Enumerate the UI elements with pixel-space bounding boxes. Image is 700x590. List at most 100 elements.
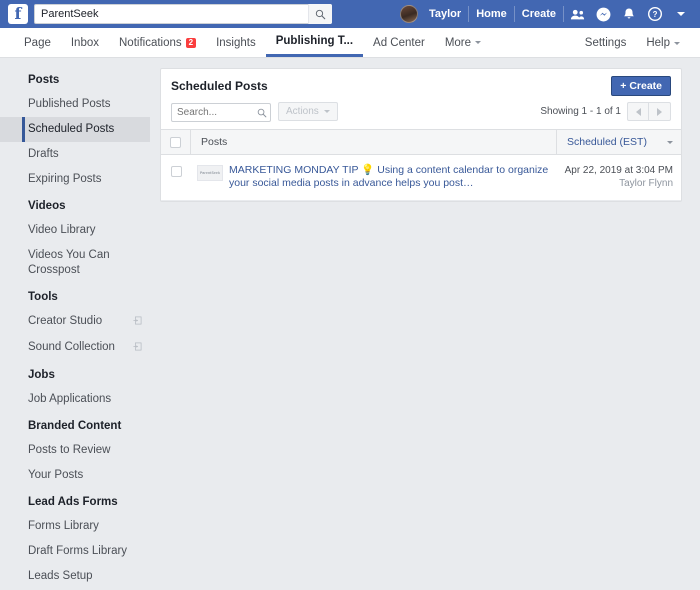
- sidebar-item-posts-to-review[interactable]: Posts to Review: [0, 438, 150, 463]
- tab-inbox[interactable]: Inbox: [61, 28, 109, 57]
- tab-ad-center[interactable]: Ad Center: [363, 28, 435, 57]
- post-cell: ParentSeek MARKETING MONDAY TIP 💡 Using …: [191, 164, 556, 190]
- sidebar-item-label: Your Posts: [28, 469, 84, 481]
- tab-label: Publishing T...: [275, 35, 354, 47]
- tab-label: Ad Center: [373, 36, 425, 49]
- select-all-checkbox[interactable]: [170, 136, 181, 148]
- row-select-cell: [161, 164, 191, 177]
- page-title: Scheduled Posts: [171, 79, 268, 93]
- avatar[interactable]: [399, 5, 418, 23]
- table-row[interactable]: ParentSeek MARKETING MONDAY TIP 💡 Using …: [161, 155, 681, 201]
- post-thumbnail[interactable]: ParentSeek: [197, 165, 223, 181]
- tab-page[interactable]: Page: [14, 28, 61, 57]
- sidebar-item-label: Published Posts: [28, 98, 111, 110]
- sidebar-item-expiring-posts[interactable]: Expiring Posts: [0, 167, 150, 192]
- create-button[interactable]: + Create: [611, 76, 671, 96]
- chevron-down-icon: [677, 12, 685, 16]
- sidebar-item-leads-setup[interactable]: Leads Setup: [0, 564, 150, 589]
- tab-label: Insights: [216, 36, 256, 49]
- notifications-bell-icon[interactable]: [616, 0, 642, 28]
- create-link[interactable]: Create: [515, 0, 563, 28]
- tab-label: Page: [24, 36, 51, 49]
- sidebar-item-job-applications[interactable]: Job Applications: [0, 387, 150, 412]
- sidebar-item-label: Expiring Posts: [28, 173, 102, 185]
- tab-notifications[interactable]: Notifications 2: [109, 28, 206, 57]
- help-label: Help: [646, 37, 670, 49]
- sidebar-item-label: Sound Collection: [28, 341, 115, 353]
- toolbar-left: Actions: [171, 102, 338, 122]
- sidebar: Posts Published Posts Scheduled Posts Dr…: [0, 58, 150, 590]
- global-search: [34, 4, 332, 24]
- sidebar-item-creator-studio[interactable]: Creator Studio: [0, 309, 150, 335]
- table-header: Posts Scheduled (EST): [161, 129, 681, 155]
- sidebar-group-posts: Posts: [28, 74, 60, 86]
- sidebar-item-draft-forms-library[interactable]: Draft Forms Library: [0, 539, 150, 564]
- chevron-down-icon: [475, 41, 482, 44]
- friend-requests-icon[interactable]: [564, 0, 590, 28]
- chevron-down-icon: [674, 41, 680, 45]
- sidebar-item-drafts[interactable]: Drafts: [0, 142, 150, 167]
- sidebar-item-label: Draft Forms Library: [28, 545, 128, 557]
- home-link[interactable]: Home: [469, 0, 514, 28]
- account-dropdown-icon[interactable]: [668, 0, 694, 28]
- sidebar-item-label: Posts to Review: [28, 444, 111, 456]
- help-circle-icon[interactable]: ?: [642, 0, 668, 28]
- sidebar-item-sound-collection[interactable]: Sound Collection: [0, 335, 150, 361]
- svg-text:?: ?: [653, 10, 658, 19]
- tab-publishing-tools[interactable]: Publishing T...: [265, 28, 364, 57]
- messenger-icon[interactable]: [590, 0, 616, 28]
- sidebar-group-branded-content: Branded Content: [28, 420, 122, 432]
- search-submit-button[interactable]: [308, 4, 332, 24]
- search-input[interactable]: [171, 103, 271, 122]
- sidebar-group-tools: Tools: [28, 291, 58, 303]
- sidebar-item-video-library[interactable]: Video Library: [0, 218, 150, 243]
- global-search-input[interactable]: [34, 4, 332, 24]
- sidebar-item-videos-you-can-crosspost[interactable]: Videos You Can Crosspost: [0, 243, 150, 283]
- sidebar-item-label: Job Applications: [28, 393, 112, 405]
- pagination: [627, 102, 671, 121]
- sidebar-item-forms-library[interactable]: Forms Library: [0, 514, 150, 539]
- tab-insights[interactable]: Insights: [206, 28, 266, 57]
- sidebar-item-your-posts[interactable]: Your Posts: [0, 463, 150, 488]
- actions-label: Actions: [286, 106, 319, 117]
- settings-link[interactable]: Settings: [575, 37, 637, 49]
- tab-label: Notifications: [119, 36, 182, 49]
- actions-dropdown[interactable]: Actions: [278, 102, 338, 121]
- settings-label: Settings: [584, 37, 627, 49]
- sidebar-group-videos: Videos: [28, 200, 66, 212]
- toolbar-right: Showing 1 - 1 of 1: [540, 102, 671, 121]
- previous-page-button[interactable]: [627, 102, 649, 121]
- sidebar-item-label: Forms Library: [28, 520, 99, 532]
- tab-label: More: [444, 36, 472, 49]
- facebook-logo-icon[interactable]: f: [8, 4, 28, 24]
- sidebar-item-label: Drafts: [28, 148, 59, 160]
- nav-right-links: Settings Help: [575, 28, 690, 58]
- chevron-right-icon: [657, 107, 662, 116]
- panel-toolbar: Actions Showing 1 - 1 of 1: [161, 102, 681, 129]
- post-author: Taylor Flynn: [619, 178, 673, 189]
- chevron-down-icon: [667, 140, 673, 144]
- thumbnail-label: ParentSeek: [199, 171, 221, 175]
- post-message-link[interactable]: MARKETING MONDAY TIP 💡 Using a content c…: [229, 164, 556, 190]
- profile-link[interactable]: Taylor: [422, 0, 468, 28]
- sidebar-group-lead-ads-forms: Lead Ads Forms: [28, 496, 118, 508]
- help-link[interactable]: Help: [636, 37, 690, 49]
- result-count: Showing 1 - 1 of 1: [540, 106, 621, 117]
- search-icon: [315, 9, 326, 19]
- chevron-left-icon: [635, 107, 641, 116]
- tab-more[interactable]: More: [435, 28, 491, 57]
- sidebar-item-label: Scheduled Posts: [28, 123, 115, 135]
- page-body: Posts Published Posts Scheduled Posts Dr…: [0, 58, 700, 590]
- panel-header: Scheduled Posts + Create: [161, 69, 681, 102]
- main-content: Scheduled Posts + Create Search... Actio…: [150, 58, 700, 590]
- tab-label: Inbox: [70, 36, 99, 49]
- sidebar-item-scheduled-posts[interactable]: Scheduled Posts: [0, 117, 150, 142]
- external-link-icon: [133, 315, 142, 330]
- column-header-posts: Posts: [201, 136, 228, 148]
- scheduled-datetime: Apr 22, 2019 at 3:04 PM: [564, 165, 673, 176]
- notifications-badge: 2: [185, 37, 197, 48]
- row-checkbox[interactable]: [170, 166, 182, 177]
- column-header-scheduled[interactable]: Scheduled (EST): [556, 130, 681, 154]
- sidebar-item-published-posts[interactable]: Published Posts: [0, 92, 150, 117]
- next-page-button[interactable]: [649, 102, 671, 121]
